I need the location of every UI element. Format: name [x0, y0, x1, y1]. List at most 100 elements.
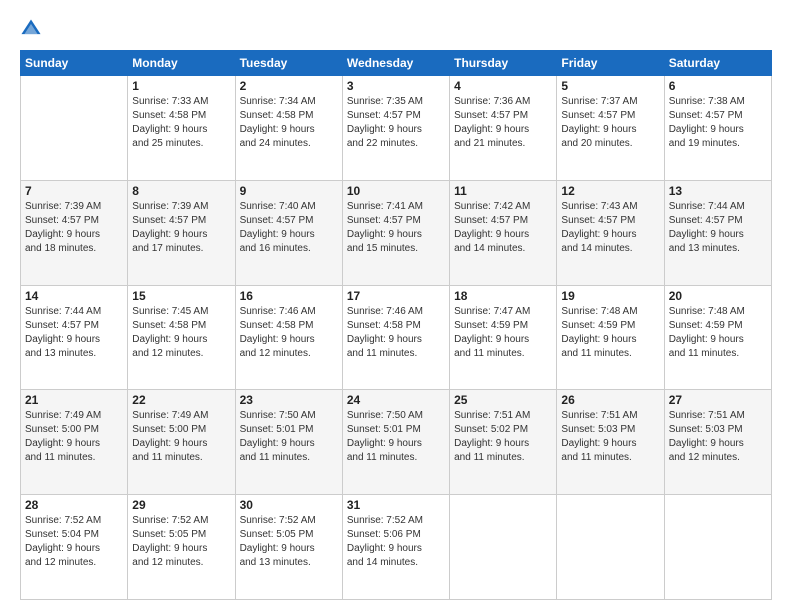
day-cell: 2 Sunrise: 7:34 AM Sunset: 4:58 PM Daylig…	[235, 76, 342, 181]
day-info: Sunrise: 7:52 AM Sunset: 5:04 PM Dayligh…	[25, 515, 101, 568]
day-number: 24	[347, 393, 445, 407]
col-header-saturday: Saturday	[664, 51, 771, 76]
day-cell: 25Sunrise: 7:51 AM Sunset: 5:02 PM Dayli…	[450, 390, 557, 495]
day-info: Sunrise: 7:47 AM Sunset: 4:59 PM Dayligh…	[454, 306, 530, 359]
day-number: 31	[347, 498, 445, 512]
day-number: 8	[132, 184, 230, 198]
day-cell: 10Sunrise: 7:41 AM Sunset: 4:57 PM Dayli…	[342, 180, 449, 285]
day-cell: 26 Sunrise: 7:51 AM Sunset: 5:03 PM Dayli…	[557, 390, 664, 495]
day-info: Sunrise: 7:52 AM Sunset: 5:06 PM Dayligh…	[347, 515, 423, 568]
day-number: 6	[669, 79, 767, 93]
day-info: Sunrise: 7:34 AM Sunset: 4:58 PM Dayligh…	[240, 96, 316, 149]
day-cell: 18 Sunrise: 7:47 AM Sunset: 4:59 PM Dayli…	[450, 285, 557, 390]
day-cell: 3 Sunrise: 7:35 AM Sunset: 4:57 PM Daylig…	[342, 76, 449, 181]
day-number: 21	[25, 393, 123, 407]
day-number: 29	[132, 498, 230, 512]
day-cell	[664, 495, 771, 600]
day-info: Sunrise: 7:50 AM Sunset: 5:01 PM Dayligh…	[347, 410, 423, 463]
day-number: 27	[669, 393, 767, 407]
day-info: Sunrise: 7:45 AM Sunset: 4:58 PM Dayligh…	[132, 306, 208, 359]
day-info: Sunrise: 7:39 AM Sunset: 4:57 PM Dayligh…	[132, 201, 208, 254]
day-cell: 1 Sunrise: 7:33 AM Sunset: 4:58 PM Daylig…	[128, 76, 235, 181]
day-number: 18	[454, 289, 552, 303]
day-number: 16	[240, 289, 338, 303]
header	[20, 18, 772, 40]
day-info: Sunrise: 7:49 AM Sunset: 5:00 PM Dayligh…	[25, 410, 101, 463]
day-number: 22	[132, 393, 230, 407]
day-number: 26	[561, 393, 659, 407]
day-info: Sunrise: 7:46 AM Sunset: 4:58 PM Dayligh…	[240, 306, 316, 359]
day-number: 17	[347, 289, 445, 303]
col-header-thursday: Thursday	[450, 51, 557, 76]
day-info: Sunrise: 7:52 AM Sunset: 5:05 PM Dayligh…	[132, 515, 208, 568]
day-cell	[21, 76, 128, 181]
day-cell: 23 Sunrise: 7:50 AM Sunset: 5:01 PM Dayli…	[235, 390, 342, 495]
week-row-4: 28 Sunrise: 7:52 AM Sunset: 5:04 PM Dayli…	[21, 495, 772, 600]
day-info: Sunrise: 7:51 AM Sunset: 5:03 PM Dayligh…	[561, 410, 637, 463]
week-row-0: 1 Sunrise: 7:33 AM Sunset: 4:58 PM Daylig…	[21, 76, 772, 181]
header-row: SundayMondayTuesdayWednesdayThursdayFrid…	[21, 51, 772, 76]
day-info: Sunrise: 7:33 AM Sunset: 4:58 PM Dayligh…	[132, 96, 208, 149]
day-cell: 20 Sunrise: 7:48 AM Sunset: 4:59 PM Dayli…	[664, 285, 771, 390]
day-cell: 7Sunrise: 7:39 AM Sunset: 4:57 PM Daylig…	[21, 180, 128, 285]
day-info: Sunrise: 7:44 AM Sunset: 4:57 PM Dayligh…	[25, 306, 101, 359]
day-number: 1	[132, 79, 230, 93]
day-info: Sunrise: 7:42 AM Sunset: 4:57 PM Dayligh…	[454, 201, 530, 254]
week-row-2: 14 Sunrise: 7:44 AM Sunset: 4:57 PM Dayli…	[21, 285, 772, 390]
day-cell: 22 Sunrise: 7:49 AM Sunset: 5:00 PM Dayli…	[128, 390, 235, 495]
day-info: Sunrise: 7:46 AM Sunset: 4:58 PM Dayligh…	[347, 306, 423, 359]
day-info: Sunrise: 7:49 AM Sunset: 5:00 PM Dayligh…	[132, 410, 208, 463]
day-cell: 12 Sunrise: 7:43 AM Sunset: 4:57 PM Dayli…	[557, 180, 664, 285]
day-cell: 31 Sunrise: 7:52 AM Sunset: 5:06 PM Dayli…	[342, 495, 449, 600]
logo	[20, 18, 44, 40]
day-cell: 5Sunrise: 7:37 AM Sunset: 4:57 PM Daylig…	[557, 76, 664, 181]
day-info: Sunrise: 7:40 AM Sunset: 4:57 PM Dayligh…	[240, 201, 316, 254]
day-cell: 29 Sunrise: 7:52 AM Sunset: 5:05 PM Dayli…	[128, 495, 235, 600]
day-info: Sunrise: 7:50 AM Sunset: 5:01 PM Dayligh…	[240, 410, 316, 463]
day-number: 19	[561, 289, 659, 303]
day-cell: 6 Sunrise: 7:38 AM Sunset: 4:57 PM Daylig…	[664, 76, 771, 181]
day-number: 28	[25, 498, 123, 512]
day-info: Sunrise: 7:44 AM Sunset: 4:57 PM Dayligh…	[669, 201, 745, 254]
day-number: 2	[240, 79, 338, 93]
day-info: Sunrise: 7:51 AM Sunset: 5:02 PM Dayligh…	[454, 410, 530, 463]
day-number: 4	[454, 79, 552, 93]
day-cell: 11Sunrise: 7:42 AM Sunset: 4:57 PM Dayli…	[450, 180, 557, 285]
day-info: Sunrise: 7:36 AM Sunset: 4:57 PM Dayligh…	[454, 96, 530, 149]
day-cell: 16 Sunrise: 7:46 AM Sunset: 4:58 PM Dayli…	[235, 285, 342, 390]
day-cell: 9Sunrise: 7:40 AM Sunset: 4:57 PM Daylig…	[235, 180, 342, 285]
day-number: 12	[561, 184, 659, 198]
day-number: 3	[347, 79, 445, 93]
day-info: Sunrise: 7:38 AM Sunset: 4:57 PM Dayligh…	[669, 96, 745, 149]
col-header-monday: Monday	[128, 51, 235, 76]
week-row-1: 7 Sunrise: 7:39 AM Sunset: 4:57 PM Daylig…	[21, 180, 772, 285]
logo-icon	[20, 18, 42, 40]
day-info: Sunrise: 7:48 AM Sunset: 4:59 PM Dayligh…	[561, 306, 637, 359]
day-number: 30	[240, 498, 338, 512]
day-cell: 24 Sunrise: 7:50 AM Sunset: 5:01 PM Dayli…	[342, 390, 449, 495]
day-cell: 4 Sunrise: 7:36 AM Sunset: 4:57 PM Daylig…	[450, 76, 557, 181]
col-header-wednesday: Wednesday	[342, 51, 449, 76]
col-header-tuesday: Tuesday	[235, 51, 342, 76]
day-cell	[557, 495, 664, 600]
col-header-sunday: Sunday	[21, 51, 128, 76]
week-row-3: 21 Sunrise: 7:49 AM Sunset: 5:00 PM Dayli…	[21, 390, 772, 495]
day-info: Sunrise: 7:48 AM Sunset: 4:59 PM Dayligh…	[669, 306, 745, 359]
day-cell: 19 Sunrise: 7:48 AM Sunset: 4:59 PM Dayli…	[557, 285, 664, 390]
day-number: 14	[25, 289, 123, 303]
day-cell	[450, 495, 557, 600]
day-number: 10	[347, 184, 445, 198]
day-cell: 21 Sunrise: 7:49 AM Sunset: 5:00 PM Dayli…	[21, 390, 128, 495]
day-info: Sunrise: 7:52 AM Sunset: 5:05 PM Dayligh…	[240, 515, 316, 568]
calendar: SundayMondayTuesdayWednesdayThursdayFrid…	[20, 50, 772, 600]
day-cell: 8 Sunrise: 7:39 AM Sunset: 4:57 PM Daylig…	[128, 180, 235, 285]
day-cell: 27 Sunrise: 7:51 AM Sunset: 5:03 PM Dayli…	[664, 390, 771, 495]
day-info: Sunrise: 7:51 AM Sunset: 5:03 PM Dayligh…	[669, 410, 745, 463]
day-info: Sunrise: 7:35 AM Sunset: 4:57 PM Dayligh…	[347, 96, 423, 149]
day-cell: 14 Sunrise: 7:44 AM Sunset: 4:57 PM Dayli…	[21, 285, 128, 390]
day-number: 23	[240, 393, 338, 407]
day-number: 20	[669, 289, 767, 303]
day-info: Sunrise: 7:43 AM Sunset: 4:57 PM Dayligh…	[561, 201, 637, 254]
day-number: 7	[25, 184, 123, 198]
day-number: 5	[561, 79, 659, 93]
